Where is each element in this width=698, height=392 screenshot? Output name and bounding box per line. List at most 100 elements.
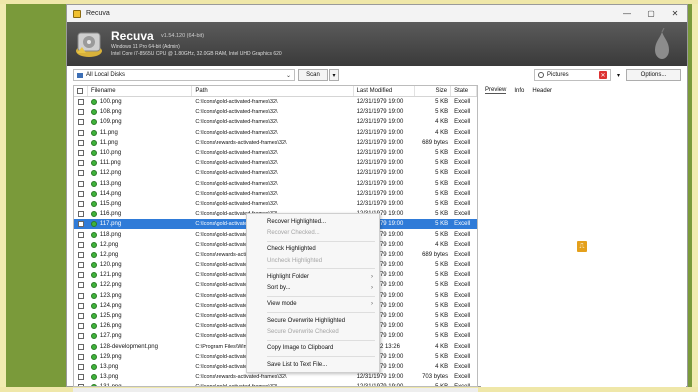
row-path: C:\Icons\gold-activated-frames\32\ (192, 382, 353, 386)
table-row[interactable]: 110.png C:\Icons\gold-activated-frames\3… (74, 148, 477, 158)
row-checkbox[interactable] (74, 229, 88, 239)
row-checkbox[interactable] (74, 128, 88, 138)
row-path: C:\Icons\gold-activated-frames\32\ (195, 109, 278, 116)
state-dot-icon (90, 333, 97, 340)
row-state: Excell (454, 272, 471, 279)
row-checkbox[interactable] (74, 168, 88, 178)
table-row[interactable]: 11.png C:\Icons\gold-activated-frames\32… (74, 128, 477, 138)
row-checkbox[interactable] (74, 382, 88, 386)
search-icon (538, 72, 544, 78)
row-state: Excell (454, 150, 471, 157)
row-checkbox[interactable] (74, 97, 88, 107)
row-checkbox[interactable] (74, 342, 88, 352)
scan-button[interactable]: Scan (298, 69, 328, 81)
row-checkbox[interactable] (74, 331, 88, 341)
row-filename: 112.png (88, 168, 192, 178)
menu-item-view-mode[interactable]: View mode › (247, 299, 379, 310)
row-size: 4 KB (435, 119, 449, 126)
menu-item-copy-image-to-clipboard[interactable]: Copy Image to Clipboard (247, 343, 379, 354)
row-checkbox[interactable] (74, 250, 88, 260)
menu-item-highlight-folder[interactable]: Highlight Folder › (247, 271, 379, 282)
row-filename: 111.png (88, 158, 192, 168)
row-state: Excell (454, 363, 471, 370)
column-state[interactable]: State (451, 86, 477, 96)
row-checkbox[interactable] (74, 117, 88, 127)
tab-preview[interactable]: Preview (485, 87, 507, 94)
filter-input[interactable]: Pictures ✕ (534, 69, 611, 81)
table-row[interactable]: 109.png C:\Icons\gold-activated-frames\3… (74, 117, 477, 127)
close-button[interactable]: ✕ (663, 5, 687, 22)
header-checkbox[interactable] (74, 86, 88, 96)
row-checkbox[interactable] (74, 260, 88, 270)
column-filename[interactable]: Filename (88, 86, 193, 96)
row-checkbox[interactable] (74, 199, 88, 209)
row-checkbox[interactable] (74, 219, 88, 229)
scan-dropdown-button[interactable]: ▾ (329, 69, 339, 81)
table-row[interactable]: 13.png C:\Icons\rewards-activated-frames… (74, 372, 477, 382)
table-row[interactable]: 108.png C:\Icons\gold-activated-frames\3… (74, 107, 477, 117)
row-checkbox[interactable] (74, 321, 88, 331)
row-state: Excell (454, 99, 471, 106)
row-checkbox[interactable] (74, 362, 88, 372)
row-filename: 108.png (88, 107, 192, 117)
row-checkbox[interactable] (74, 311, 88, 321)
row-checkbox[interactable] (74, 179, 88, 189)
table-row[interactable]: 131.png C:\Icons\gold-activated-frames\3… (74, 382, 477, 386)
row-size: 5 KB (435, 333, 449, 340)
state-dot-icon (90, 180, 97, 187)
row-checkbox[interactable] (74, 138, 88, 148)
table-row[interactable]: 113.png C:\Icons\gold-activated-frames\3… (74, 179, 477, 189)
options-button[interactable]: Options... (626, 69, 681, 81)
state-dot-icon (90, 129, 97, 136)
row-checkbox[interactable] (74, 352, 88, 362)
row-path: C:\Icons\gold-activated-frames\32\ (195, 190, 278, 197)
row-state: Excell (454, 241, 471, 248)
row-checkbox[interactable] (74, 372, 88, 382)
maximize-button[interactable]: ▢ (639, 5, 663, 22)
table-row[interactable]: 115.png C:\Icons\gold-activated-frames\3… (74, 199, 477, 209)
row-filename: 100.png (88, 97, 192, 107)
table-row[interactable]: 100.png C:\Icons\gold-activated-frames\3… (74, 97, 477, 107)
table-row[interactable]: 111.png C:\Icons\gold-activated-frames\3… (74, 158, 477, 168)
table-row[interactable]: 11.png C:\Icons\rewards-activated-frames… (74, 138, 477, 148)
row-state: Excell (454, 353, 471, 360)
column-path[interactable]: Path (192, 86, 354, 96)
tab-header[interactable]: Header (532, 88, 552, 94)
menu-item-secure-overwrite-highlighted[interactable]: Secure Overwrite Highlighted (247, 315, 379, 326)
row-checkbox[interactable] (74, 291, 88, 301)
row-checkbox[interactable] (74, 301, 88, 311)
menu-item-sort-by[interactable]: Sort by... › (247, 282, 379, 293)
column-size[interactable]: Size (415, 86, 452, 96)
file-preview-icon: ⎍ (577, 241, 587, 252)
minimize-button[interactable]: — (615, 5, 639, 22)
row-checkbox[interactable] (74, 189, 88, 199)
row-filename: 12.png (88, 240, 192, 250)
row-checkbox[interactable] (74, 209, 88, 219)
row-size: 5 KB (435, 200, 449, 207)
clear-filter-icon[interactable]: ✕ (599, 71, 607, 79)
row-state: Excell (454, 374, 471, 381)
table-row[interactable]: 112.png C:\Icons\gold-activated-frames\3… (74, 168, 477, 178)
chevron-right-icon: › (371, 285, 373, 292)
row-checkbox[interactable] (74, 107, 88, 117)
drive-select[interactable]: All Local Disks ⌄ (73, 69, 295, 81)
row-size: 5 KB (435, 99, 449, 106)
menu-item-recover-highlighted[interactable]: Recover Highlighted... (247, 216, 379, 227)
menu-item-save-list-to-text-file[interactable]: Save List to Text File... (247, 359, 379, 370)
row-checkbox[interactable] (74, 240, 88, 250)
row-checkbox[interactable] (74, 148, 88, 158)
row-checkbox[interactable] (74, 270, 88, 280)
drive-select-value: All Local Disks (86, 72, 126, 78)
row-checkbox[interactable] (74, 280, 88, 290)
tab-info[interactable]: Info (514, 88, 524, 94)
row-checkbox[interactable] (74, 158, 88, 168)
filter-dropdown-button[interactable]: ▾ (614, 69, 623, 81)
row-filename: 128-development.png (88, 342, 192, 352)
column-last-modified[interactable]: Last Modified (354, 86, 416, 96)
row-state: Excell (454, 221, 471, 228)
row-filename: 116.png (88, 209, 192, 219)
table-row[interactable]: 114.png C:\Icons\gold-activated-frames\3… (74, 189, 477, 199)
side-tabs: Preview Info Header (481, 85, 686, 96)
menu-item-check-highlighted[interactable]: Check Highlighted (247, 244, 379, 255)
row-filename: 13.png (88, 372, 192, 382)
